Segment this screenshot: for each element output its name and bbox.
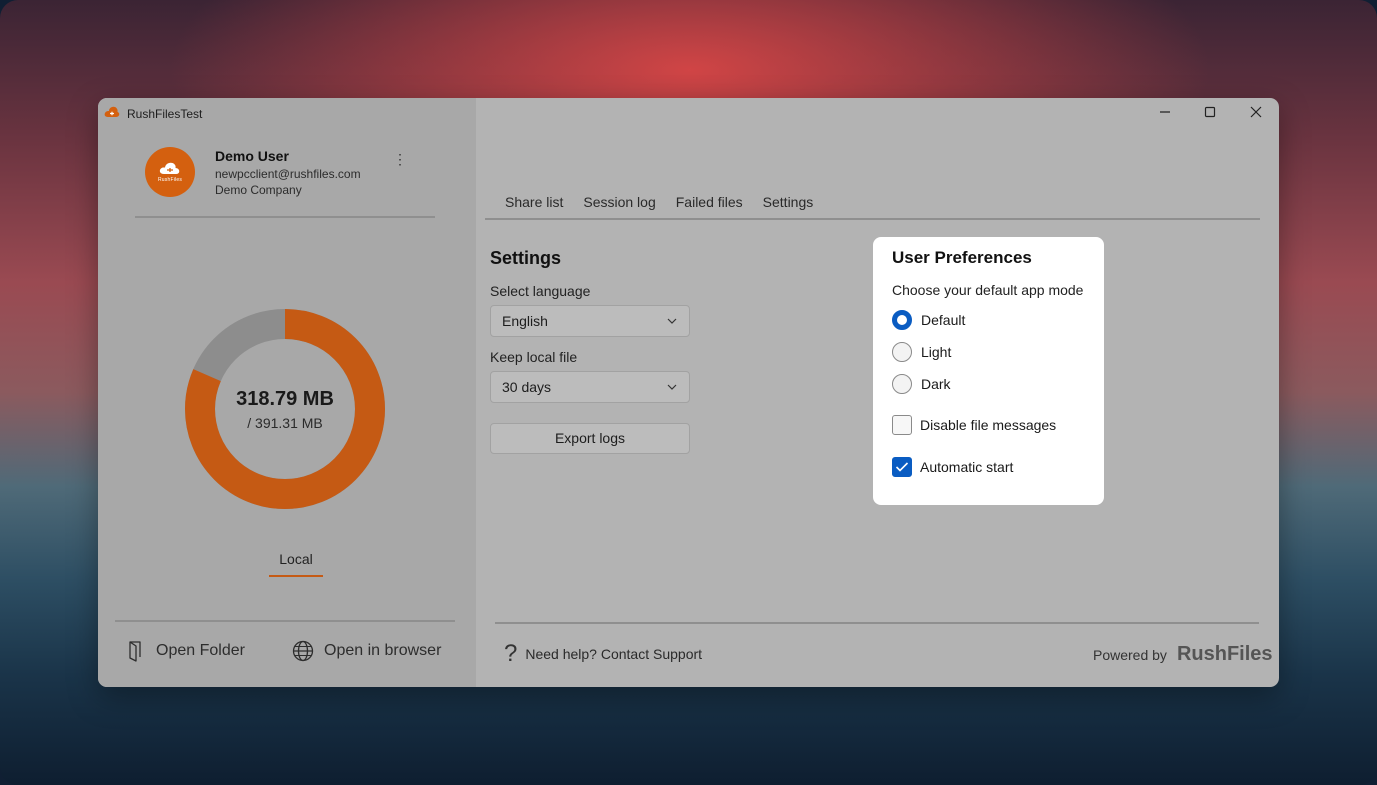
language-select[interactable]: English (490, 305, 690, 337)
tab-local[interactable]: Local (269, 551, 323, 567)
avatar-label: RushFiles (157, 177, 183, 183)
disable-file-messages-label: Disable file messages (920, 417, 1057, 433)
maximize-button[interactable] (1195, 101, 1225, 123)
language-label: Select language (490, 283, 591, 299)
mode-dark-label: Dark (921, 376, 951, 392)
more-options-icon[interactable]: ⋮ (390, 150, 410, 168)
mode-default-label: Default (921, 312, 966, 328)
mode-light-option[interactable]: Light (892, 342, 951, 362)
preferences-subtitle: Choose your default app mode (892, 282, 1084, 298)
maximize-icon (1204, 106, 1216, 118)
chevron-down-icon (667, 384, 677, 390)
cloud-icon (159, 162, 180, 174)
export-logs-button[interactable]: Export logs (490, 423, 690, 454)
app-window: RushFilesTest RushFiles Demo User newpcc… (98, 98, 1279, 687)
footer-divider (495, 622, 1259, 624)
open-folder-label: Open Folder (156, 642, 245, 659)
user-company: Demo Company (215, 183, 302, 197)
keep-local-label: Keep local file (490, 349, 578, 365)
checkmark-icon (895, 462, 909, 472)
tab-local-indicator (269, 575, 323, 577)
open-in-browser-label: Open in browser (324, 642, 442, 659)
disable-file-messages-checkbox[interactable] (892, 415, 912, 435)
help-icon: ? (504, 640, 518, 667)
tab-settings[interactable]: Settings (752, 192, 824, 220)
window-title: RushFilesTest (127, 107, 203, 121)
user-name: Demo User (215, 148, 289, 164)
powered-by-label: Powered by (1093, 647, 1167, 663)
globe-icon (292, 640, 314, 662)
language-value: English (502, 313, 548, 329)
automatic-start-checkbox[interactable] (892, 457, 912, 477)
minimize-button[interactable] (1150, 101, 1180, 123)
mode-default-option[interactable]: Default (892, 310, 965, 330)
close-icon (1250, 106, 1262, 118)
chevron-down-icon (667, 318, 677, 324)
mode-light-label: Light (921, 344, 952, 360)
preferences-title: User Preferences (892, 248, 1032, 267)
tab-share-list[interactable]: Share list (495, 192, 573, 220)
contact-support-link[interactable]: ? Need help? Contact Support (504, 642, 702, 666)
close-button[interactable] (1241, 101, 1271, 123)
settings-heading: Settings (490, 248, 562, 268)
app-logo-icon (104, 106, 120, 117)
automatic-start-label: Automatic start (920, 459, 1014, 475)
mode-dark-option[interactable]: Dark (892, 374, 951, 394)
open-folder-button[interactable]: Open Folder (128, 638, 245, 664)
user-email: newpcclient@rushfiles.com (215, 167, 361, 181)
left-pane: RushFilesTest RushFiles Demo User newpcc… (98, 98, 476, 687)
keep-local-value: 30 days (502, 379, 552, 395)
minimize-icon (1160, 111, 1170, 113)
profile-divider (135, 216, 435, 218)
powered-by: Powered by RushFiles (1093, 643, 1273, 666)
radio-default[interactable] (892, 310, 912, 330)
radio-dark[interactable] (892, 374, 912, 394)
open-in-browser-button[interactable]: Open in browser (292, 638, 441, 664)
user-preferences-panel: User Preferences Choose your default app… (873, 237, 1104, 505)
tab-session-log[interactable]: Session log (573, 192, 665, 220)
brand-logo: RushFiles (1176, 643, 1273, 665)
contact-support-label: Need help? Contact Support (525, 646, 703, 662)
storage-total: / 391.31 MB (247, 415, 323, 431)
automatic-start-option[interactable]: Automatic start (892, 457, 1013, 477)
tabs-divider (485, 218, 1260, 220)
keep-local-select[interactable]: 30 days (490, 371, 690, 403)
radio-light[interactable] (892, 342, 912, 362)
folder-icon (129, 641, 141, 662)
storage-used: 318.79 MB (236, 388, 334, 410)
tab-failed-files[interactable]: Failed files (666, 192, 753, 220)
left-footer-divider (115, 620, 455, 622)
disable-file-messages-option[interactable]: Disable file messages (892, 415, 1056, 435)
desktop-background: RushFilesTest RushFiles Demo User newpcc… (0, 0, 1377, 785)
avatar: RushFiles (145, 147, 195, 197)
main-tabs: Share list Session log Failed files Sett… (495, 192, 823, 220)
